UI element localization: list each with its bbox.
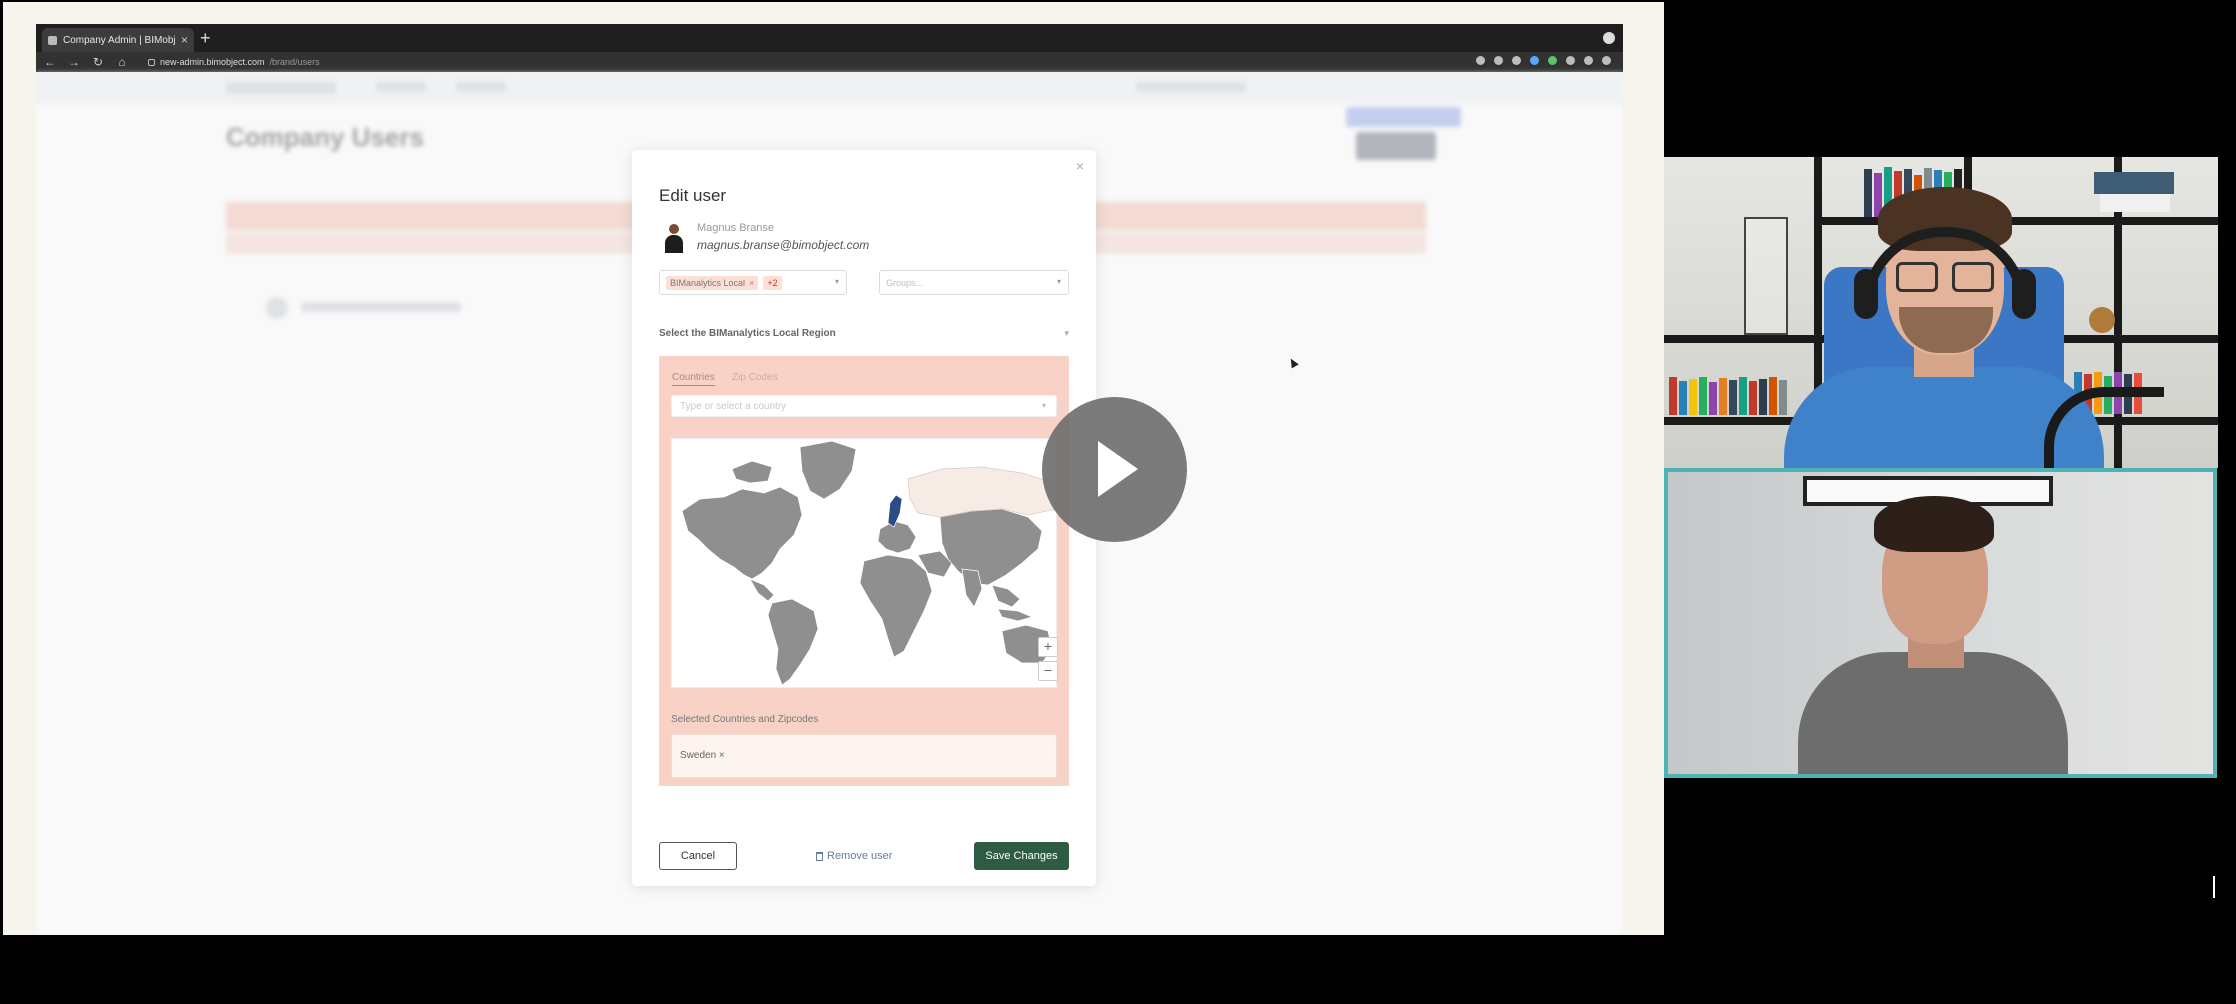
profile-avatar-icon[interactable] (1584, 56, 1593, 65)
tab-zip-codes[interactable]: Zip Codes (732, 372, 778, 383)
extension-icon[interactable] (1530, 56, 1539, 65)
url-path: /brand/users (269, 57, 320, 67)
world-map[interactable]: + − (671, 438, 1058, 688)
lock-icon (148, 58, 155, 66)
trash-icon (816, 851, 823, 861)
close-icon[interactable]: × (1076, 158, 1084, 174)
text-caret (2213, 876, 2215, 898)
zoom-out-button[interactable]: − (1038, 661, 1058, 681)
map-region-africa (859, 554, 933, 658)
bookshelf-shelf (1814, 217, 2218, 225)
map-region-sweden-selected (887, 494, 903, 528)
role-chip: BIManalytics Local × (666, 275, 759, 290)
groups-placeholder: Groups... (886, 277, 924, 288)
blurred-button (1356, 132, 1436, 160)
avatar-body (665, 235, 683, 253)
map-region-europe (877, 520, 917, 554)
new-tab-icon[interactable]: + (200, 27, 211, 49)
chevron-down-icon[interactable]: ▾ (1064, 328, 1069, 339)
browser-toolbar: ← → ↻ ⌂ new-admin.bimobject.com/brand/us… (36, 52, 1623, 72)
box-on-shelf (2100, 194, 2170, 212)
map-region-north-america (681, 486, 803, 580)
browser-tab-bar: Company Admin | BIMobject × + (36, 24, 1623, 52)
browser-window: Company Admin | BIMobject × + ← → ↻ ⌂ ne… (36, 24, 1623, 935)
tab-close-icon[interactable]: × (181, 33, 188, 47)
headphone-cup (2012, 269, 2036, 319)
favicon-icon (48, 35, 57, 45)
map-region-asia (939, 508, 1043, 586)
country-search-input[interactable] (671, 395, 1057, 417)
play-icon[interactable] (1042, 397, 1187, 542)
extension-icon[interactable] (1494, 56, 1503, 65)
selected-country-chip[interactable]: Sweden × (680, 750, 725, 761)
forward-icon[interactable]: → (68, 55, 80, 69)
modal-title: Edit user (659, 186, 727, 205)
user-name: Magnus Branse (697, 222, 775, 234)
books (1669, 377, 1787, 415)
chevron-down-icon: ▾ (834, 277, 839, 286)
groups-select[interactable]: Groups... ▾ (879, 270, 1069, 295)
map-region-central-america (749, 578, 775, 602)
home-icon[interactable]: ⌂ (116, 55, 128, 69)
role-chip-label: BIManalytics Local (670, 277, 746, 288)
selected-countries-box: Sweden × (671, 734, 1057, 778)
nav-item (376, 82, 426, 92)
glass-terrarium (1744, 217, 1788, 335)
table-row (301, 302, 461, 312)
window-menu-icon[interactable] (1603, 32, 1615, 44)
world-map-svg (681, 440, 1057, 686)
zoom-in-button[interactable]: + (1038, 637, 1058, 657)
user-email: magnus.branse@bimobject.com (697, 238, 870, 252)
map-region-greenland (799, 440, 857, 500)
headphone-cup (1854, 269, 1878, 319)
edit-user-modal: × Edit user Magnus Branse magnus.branse@… (632, 150, 1096, 886)
browser-tab[interactable]: Company Admin | BIMobject × (42, 28, 194, 52)
browser-tab-title: Company Admin | BIMobject (63, 34, 175, 46)
box-on-shelf (2094, 172, 2174, 194)
extension-icon[interactable] (1512, 56, 1521, 65)
browser-menu-icon[interactable] (1602, 56, 1611, 65)
map-region-canadian-islands (731, 460, 773, 484)
participant-video-1 (1664, 157, 2218, 468)
region-panel: Countries Zip Codes ▾ (659, 356, 1069, 786)
avatar (266, 297, 288, 319)
extension-icon[interactable] (1548, 56, 1557, 65)
save-changes-button[interactable]: Save Changes (974, 842, 1069, 870)
remove-user-label: Remove user (827, 850, 893, 862)
nav-item (456, 82, 506, 92)
avatar (665, 224, 683, 254)
tab-countries[interactable]: Countries (672, 372, 715, 386)
address-bar[interactable]: new-admin.bimobject.com/brand/users (148, 57, 320, 67)
avatar-head (669, 224, 679, 234)
map-region-southeast-asia (991, 584, 1021, 608)
cancel-button[interactable]: Cancel (659, 842, 737, 870)
participant-video-2 (1664, 468, 2217, 778)
teddy-bear (2089, 307, 2115, 333)
remove-user-button[interactable]: Remove user (816, 850, 892, 862)
page-heading: Company Users (226, 122, 424, 152)
extension-icons (1476, 56, 1611, 65)
selected-countries-label: Selected Countries and Zipcodes (671, 714, 819, 725)
role-select[interactable]: BIManalytics Local × +2 ▾ (659, 270, 847, 295)
map-region-russia-unselected (907, 466, 1057, 518)
nav-item (1136, 82, 1246, 92)
url-host: new-admin.bimobject.com (160, 57, 265, 67)
chevron-down-icon: ▾ (1042, 401, 1047, 410)
map-region-south-america (767, 598, 819, 686)
chevron-down-icon: ▾ (1056, 277, 1061, 286)
blurred-button (1346, 107, 1461, 127)
person-body (1798, 652, 2068, 774)
more-roles-badge[interactable]: +2 (763, 275, 782, 290)
map-region-india (961, 568, 983, 608)
map-region-indonesia (997, 608, 1034, 622)
bookmark-star-icon[interactable] (1476, 56, 1485, 65)
shared-screen: Company Admin | BIMobject × + ← → ↻ ⌂ ne… (3, 2, 1664, 935)
person-hair (1874, 496, 1994, 552)
app-logo (226, 82, 336, 94)
back-icon[interactable]: ← (44, 55, 56, 69)
region-section-label[interactable]: Select the BIManalytics Local Region (659, 328, 836, 339)
remove-chip-icon[interactable]: × (749, 278, 754, 288)
extension-icon[interactable] (1566, 56, 1575, 65)
reload-icon[interactable]: ↻ (92, 55, 104, 69)
